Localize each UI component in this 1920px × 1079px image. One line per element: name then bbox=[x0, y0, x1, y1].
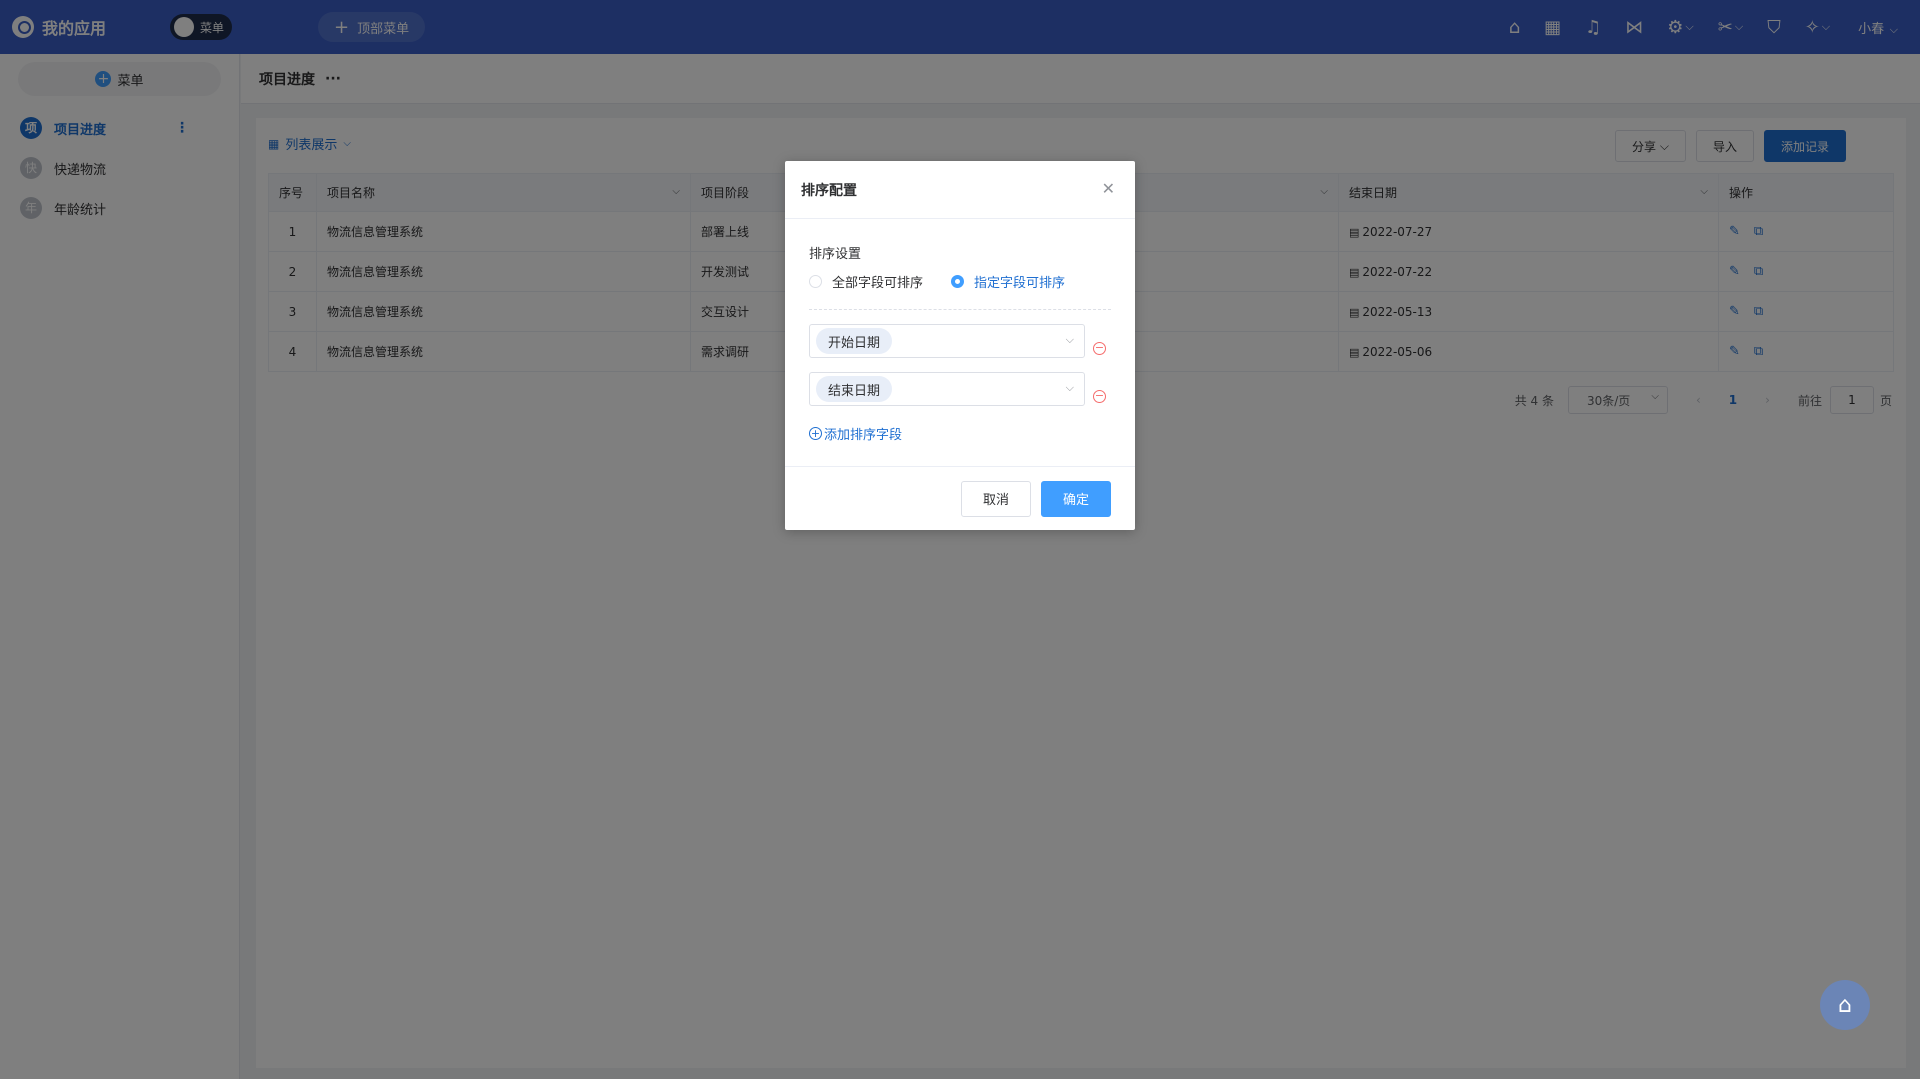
sort-field-select[interactable]: 开始日期 ⌵ bbox=[809, 324, 1085, 358]
radio-circle bbox=[951, 275, 965, 288]
dialog-footer: 取消 确定 bbox=[785, 466, 1135, 530]
sort-field-tag: 开始日期 bbox=[816, 328, 893, 354]
chevron-down-icon: ⌵ bbox=[1065, 381, 1074, 394]
floating-home-button[interactable]: ⌂ bbox=[1820, 980, 1870, 1030]
dialog-header: 排序配置 ✕ bbox=[785, 161, 1135, 219]
sort-field-row: 开始日期 ⌵ − bbox=[809, 324, 1111, 358]
remove-field-icon[interactable]: − bbox=[1093, 341, 1106, 355]
sort-mode-radio-group: 全部字段可排序 指定字段可排序 bbox=[809, 272, 1111, 310]
radio-all-fields[interactable]: 全部字段可排序 bbox=[809, 272, 923, 291]
sort-config-dialog: 排序配置 ✕ 排序设置 全部字段可排序 指定字段可排序 开始日期 ⌵ − 结束日… bbox=[785, 161, 1135, 530]
confirm-button[interactable]: 确定 bbox=[1041, 480, 1111, 517]
close-icon[interactable]: ✕ bbox=[1102, 179, 1115, 198]
home-icon: ⌂ bbox=[1838, 992, 1852, 1018]
dialog-body: 排序设置 全部字段可排序 指定字段可排序 开始日期 ⌵ − 结束日期 ⌵ − +… bbox=[785, 219, 1135, 443]
add-sort-field-link[interactable]: + 添加排序字段 bbox=[809, 424, 1111, 443]
sort-field-select[interactable]: 结束日期 ⌵ bbox=[809, 372, 1085, 406]
sort-field-tag: 结束日期 bbox=[816, 376, 893, 402]
radio-specified-fields[interactable]: 指定字段可排序 bbox=[951, 272, 1065, 291]
radio-circle bbox=[809, 275, 822, 288]
sort-settings-label: 排序设置 bbox=[809, 247, 862, 262]
dialog-title: 排序配置 bbox=[801, 182, 857, 199]
chevron-down-icon: ⌵ bbox=[1065, 333, 1074, 346]
sort-field-row: 结束日期 ⌵ − bbox=[809, 372, 1111, 406]
radio-specified-fields-label: 指定字段可排序 bbox=[974, 276, 1066, 291]
plus-circle-icon: + bbox=[809, 427, 822, 440]
remove-field-icon[interactable]: − bbox=[1093, 389, 1106, 403]
radio-all-fields-label: 全部字段可排序 bbox=[832, 276, 924, 291]
add-sort-field-label: 添加排序字段 bbox=[824, 428, 903, 443]
cancel-button[interactable]: 取消 bbox=[961, 480, 1031, 517]
